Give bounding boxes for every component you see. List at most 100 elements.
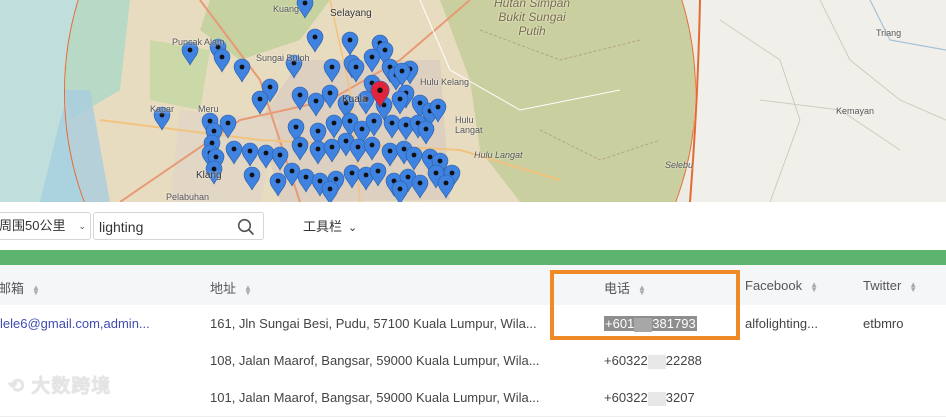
pin-dot <box>377 87 383 94</box>
search-icon[interactable] <box>237 218 255 241</box>
pin-dot <box>355 144 361 150</box>
pin-dot <box>297 142 303 148</box>
cell-phone: +60322 22288 <box>604 353 702 369</box>
cell-phone: +601 381793 <box>604 316 697 332</box>
sort-icon[interactable]: ▲ ▼ <box>638 283 646 296</box>
pin-dot <box>289 168 295 174</box>
pin-dot <box>359 126 365 132</box>
column-header-address[interactable]: 地址 ▲ ▼ <box>210 278 252 297</box>
column-header-facebook[interactable]: Facebook ▲ ▼ <box>745 278 818 293</box>
cell-twitter[interactable]: etbmro <box>863 316 903 331</box>
toolbar-menu-button[interactable]: 工具栏 ⌄ <box>303 216 357 235</box>
search-input[interactable] <box>97 214 231 240</box>
place-label: Puncak Alam <box>172 37 225 47</box>
pin-dot <box>329 144 335 150</box>
pin-dot <box>397 186 403 192</box>
pin-dot <box>315 146 321 152</box>
column-header-email[interactable]: 邮箱 ▲ ▼ <box>0 278 40 297</box>
pin-dot <box>257 96 263 102</box>
pin-dot <box>187 47 193 53</box>
cell-address: 108, Jalan Maarof, Bangsar, 59000 Kuala … <box>210 353 540 368</box>
sort-icon[interactable]: ▲ ▼ <box>909 280 917 293</box>
pin-dot <box>302 0 308 6</box>
pin-dot <box>231 146 237 152</box>
place-label: Pelabuhan <box>166 192 210 202</box>
table-row[interactable]: lele6@gmail.com,admin... 161, Jln Sungai… <box>0 305 946 343</box>
cell-email[interactable]: lele6@gmail.com,admin... <box>0 316 200 331</box>
table-row[interactable]: 108, Jalan Maarof, Bangsar, 59000 Kuala … <box>0 342 946 380</box>
cell-address: 161, Jln Sungai Besi, Pudu, 57100 Kuala … <box>210 316 537 331</box>
pin-dot <box>347 118 353 124</box>
pin-dot <box>347 37 353 43</box>
watermark-icon: ⟲ <box>8 376 25 397</box>
pin-dot <box>403 122 409 128</box>
pin-dot <box>225 120 231 126</box>
pin-dot <box>437 158 443 164</box>
pin-dot <box>353 64 359 70</box>
pin-dot <box>375 168 381 174</box>
radius-select-value: 周围50公里 <box>0 218 66 233</box>
sort-icon[interactable]: ▲ ▼ <box>244 283 252 296</box>
pin-dot <box>443 180 449 186</box>
pin-dot <box>397 96 403 102</box>
place-label: Kuala <box>342 94 368 105</box>
place-label: Kapar <box>150 104 175 114</box>
pin-dot <box>401 146 407 152</box>
status-bar <box>0 250 946 265</box>
pin-dot <box>327 90 333 96</box>
pin-dot <box>277 152 283 158</box>
pin-dot <box>382 47 388 53</box>
pin-dot <box>405 174 411 180</box>
pin-dot <box>349 170 355 176</box>
pin-dot <box>363 172 369 178</box>
pin-dot <box>371 118 377 124</box>
pin-dot <box>433 170 439 176</box>
map-view[interactable]: Kuang Selayang Puncak Alam Sungai Buloh … <box>0 0 946 202</box>
pin-dot <box>387 148 393 154</box>
sort-icon[interactable]: ▲ ▼ <box>32 283 40 296</box>
pin-dot <box>213 154 219 160</box>
pin-dot <box>313 98 319 104</box>
pin-dot <box>297 92 303 98</box>
place-label: Hutan Simpan Bukit Sungai Putih <box>494 0 571 38</box>
pin-dot <box>333 176 339 182</box>
radius-select[interactable]: 周围50公里 ⌄ <box>0 212 91 240</box>
place-label: Meru <box>198 104 219 114</box>
pin-dot <box>343 138 349 144</box>
pin-dot <box>417 180 423 186</box>
chevron-down-icon: ⌄ <box>78 221 86 231</box>
chevron-down-icon: ⌄ <box>348 222 358 234</box>
place-label: Kemayan <box>836 106 875 116</box>
watermark-logo: ⟲ 大数跨境 <box>8 376 112 397</box>
search-field[interactable] <box>93 212 264 240</box>
pin-dot <box>207 118 213 124</box>
pin-dot <box>427 154 433 160</box>
pin-dot <box>315 128 321 134</box>
place-label: Triang <box>876 28 902 38</box>
pin-dot <box>399 68 405 74</box>
map-canvas[interactable] <box>0 0 946 202</box>
pin-dot <box>239 64 245 70</box>
pin-dot <box>317 178 323 184</box>
sort-icon[interactable]: ▲ ▼ <box>810 280 818 293</box>
table-row[interactable]: 101, Jalan Maarof, Bangsar, 59000 Kuala … <box>0 379 946 417</box>
column-header-twitter[interactable]: Twitter ▲ ▼ <box>863 278 917 293</box>
pin-dot <box>329 64 335 70</box>
table-header: 邮箱 ▲ ▼ 地址 ▲ ▼ 电话 ▲ ▼ Facebook ▲ ▼ Twitter ▲ ▼ <box>0 265 946 306</box>
place-label: Sungai Buloh <box>256 53 310 63</box>
pin-dot <box>209 140 215 146</box>
pin-dot <box>423 126 429 132</box>
pin-dot <box>267 84 273 90</box>
pin-dot <box>247 148 253 154</box>
pin-dot <box>449 170 455 176</box>
pin-dot <box>219 54 225 60</box>
pin-dot <box>389 120 395 126</box>
column-header-phone[interactable]: 电话 ▲ ▼ <box>604 278 646 297</box>
pin-dot <box>331 120 337 126</box>
pin-dot <box>263 150 269 156</box>
pin-dot <box>411 152 417 158</box>
place-label: Selebu <box>665 160 694 170</box>
pin-dot <box>327 186 333 192</box>
cell-facebook[interactable]: alfolighting... <box>745 316 845 331</box>
pin-dot <box>303 174 309 180</box>
